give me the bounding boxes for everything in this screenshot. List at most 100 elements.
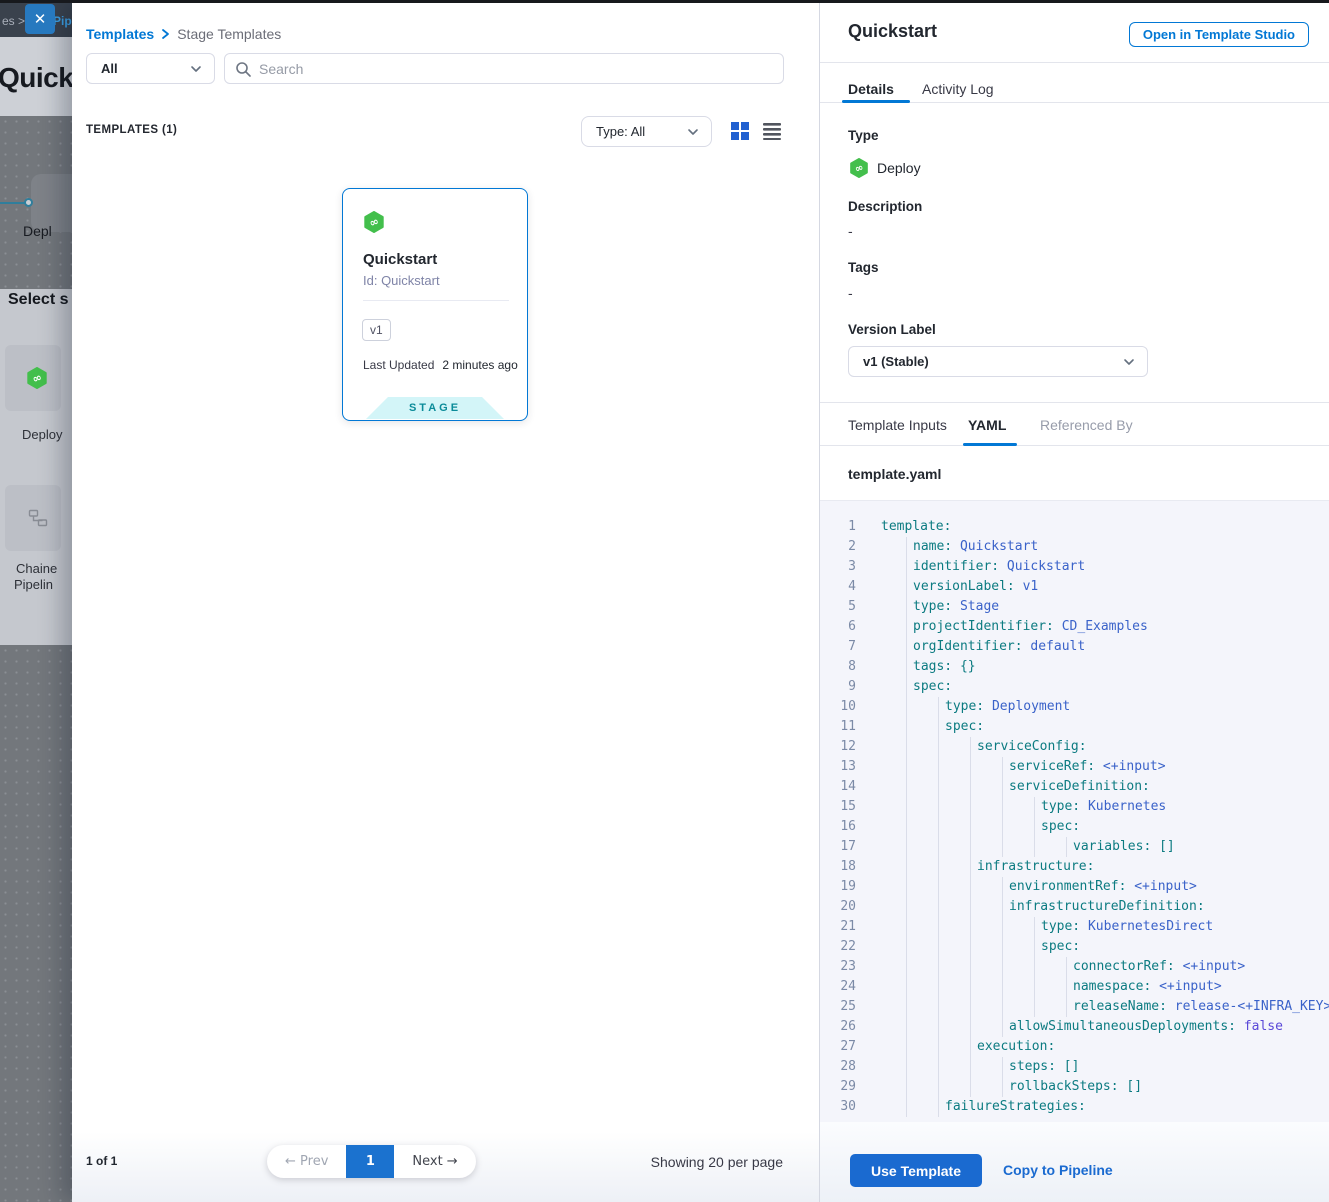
yaml-line-8: 8tags: {}: [820, 657, 1329, 677]
yaml-line-16: 16spec:: [820, 817, 1329, 837]
chevron-down-icon: [687, 128, 699, 136]
tab-template-inputs[interactable]: Template Inputs: [848, 417, 947, 433]
chevron-down-icon: [190, 65, 202, 73]
template-card-quickstart[interactable]: ∞ Quickstart Id: Quickstart v1 Last Upda…: [342, 188, 528, 421]
copy-to-pipeline-link[interactable]: Copy to Pipeline: [1003, 1162, 1113, 1178]
version-select-value: v1 (Stable): [863, 354, 929, 369]
active-tab-underline: [842, 100, 910, 103]
pipeline-edge: [0, 202, 25, 204]
last-updated-label: Last Updated: [363, 358, 434, 372]
list-view-button[interactable]: [762, 122, 782, 142]
last-updated: Last Updated 2 minutes ago: [363, 358, 518, 372]
grid-view-button[interactable]: [730, 122, 750, 142]
description-value: -: [848, 223, 853, 239]
cd-hexagon-icon: ∞: [26, 367, 48, 389]
background-breadcrumb: es >: [2, 14, 25, 28]
yaml-line-27: 27execution:: [820, 1037, 1329, 1057]
stage-type-card-deploy: ∞: [5, 345, 61, 411]
list-view-icon: [763, 122, 781, 140]
yaml-line-15: 15type: Kubernetes: [820, 797, 1329, 817]
search-icon: [235, 61, 251, 77]
tab-yaml[interactable]: YAML: [968, 417, 1006, 433]
type-filter-select[interactable]: Type: All: [581, 116, 712, 147]
chevron-down-icon: [1123, 358, 1135, 366]
stage-type-card-chained: [5, 485, 61, 551]
yaml-line-11: 11spec:: [820, 717, 1329, 737]
version-chip: v1: [362, 319, 391, 341]
stage-badge: STAGE: [366, 397, 504, 419]
yaml-line-19: 19environmentRef: <+input>: [820, 877, 1329, 897]
description-label: Description: [848, 199, 922, 214]
chained-pipeline-icon: [27, 507, 49, 529]
pipeline-canvas-lower: [0, 645, 72, 1202]
scope-filter-value: All: [101, 61, 118, 76]
yaml-line-25: 25releaseName: release-<+INFRA_KEY>: [820, 997, 1329, 1017]
cd-hexagon-icon: ∞: [363, 211, 385, 233]
stage-type-card-chained-label-2: Pipelin: [14, 577, 53, 592]
panel-footer: Use Template Copy to Pipeline: [820, 1122, 1329, 1202]
tags-value: -: [848, 285, 853, 301]
screen: es > Pipe Quicks Depl Select s ∞ Deploy …: [0, 0, 1329, 1202]
template-card-id: Id: Quickstart: [363, 273, 440, 288]
breadcrumb-link-templates[interactable]: Templates: [86, 26, 154, 42]
yaml-line-26: 26allowSimultaneousDeployments: false: [820, 1017, 1329, 1037]
drawer-close-button[interactable]: ✕: [25, 4, 55, 34]
tab-activity-log[interactable]: Activity Log: [922, 81, 994, 97]
section-divider: [820, 402, 1329, 403]
tab-details[interactable]: Details: [848, 81, 894, 97]
background-breadcrumb-link: Pipe: [53, 14, 72, 28]
stage-type-card-deploy-label: Deploy: [22, 427, 62, 442]
templates-count-label: TEMPLATES (1): [86, 124, 177, 136]
yaml-line-20: 20infrastructureDefinition:: [820, 897, 1329, 917]
yaml-line-21: 21type: KubernetesDirect: [820, 917, 1329, 937]
open-in-template-studio-button[interactable]: Open in Template Studio: [1129, 22, 1309, 47]
next-page-button[interactable]: Next →: [394, 1145, 475, 1178]
type-filter-value: Type: All: [596, 124, 645, 139]
yaml-line-17: 17variables: []: [820, 837, 1329, 857]
yaml-line-4: 4versionLabel: v1: [820, 577, 1329, 597]
breadcrumb: Templates Stage Templates: [86, 26, 281, 42]
yaml-line-18: 18infrastructure:: [820, 857, 1329, 877]
cd-hexagon-icon: ∞: [849, 158, 869, 178]
grid-view-icon: [731, 122, 749, 140]
yaml-line-24: 24namespace: <+input>: [820, 977, 1329, 997]
header-divider: [820, 62, 1329, 63]
yaml-line-3: 3identifier: Quickstart: [820, 557, 1329, 577]
subtabs-divider: [820, 445, 1329, 446]
version-label: Version Label: [848, 322, 936, 337]
template-list-panel: Templates Stage Templates All TEM: [72, 0, 819, 1202]
yaml-line-23: 23connectorRef: <+input>: [820, 957, 1329, 977]
yaml-line-13: 13serviceRef: <+input>: [820, 757, 1329, 777]
per-page-text: Showing 20 per page: [651, 1154, 783, 1170]
card-divider: [363, 300, 509, 301]
yaml-line-1: 1template:: [820, 517, 1329, 537]
background-app-strip: es > Pipe Quicks Depl Select s ∞ Deploy …: [0, 0, 72, 1202]
search-box: [224, 53, 784, 84]
type-label: Type: [848, 128, 879, 143]
yaml-filename: template.yaml: [848, 466, 941, 482]
yaml-line-6: 6projectIdentifier: CD_Examples: [820, 617, 1329, 637]
version-select[interactable]: v1 (Stable): [848, 346, 1148, 377]
last-updated-value: 2 minutes ago: [442, 358, 517, 372]
pipeline-node-label: Depl: [23, 223, 52, 239]
yaml-line-12: 12serviceConfig:: [820, 737, 1329, 757]
yaml-line-29: 29rollbackSteps: []: [820, 1077, 1329, 1097]
active-subtab-underline: [963, 443, 1017, 446]
template-card-title: Quickstart: [363, 251, 437, 268]
search-input[interactable]: [259, 61, 773, 77]
prev-page-button[interactable]: ← Prev: [267, 1145, 346, 1178]
type-value: Deploy: [877, 160, 921, 176]
yaml-editor[interactable]: 1template:2name: Quickstart3identifier: …: [820, 501, 1329, 1122]
scope-filter-select[interactable]: All: [86, 53, 215, 84]
page-1-button[interactable]: 1: [346, 1145, 394, 1178]
yaml-line-2: 2name: Quickstart: [820, 537, 1329, 557]
tab-referenced-by[interactable]: Referenced By: [1040, 417, 1133, 433]
window-top-edge: [0, 0, 1329, 3]
yaml-line-28: 28steps: []: [820, 1057, 1329, 1077]
pipeline-node-port: [24, 198, 33, 207]
yaml-line-9: 9spec:: [820, 677, 1329, 697]
use-template-button[interactable]: Use Template: [850, 1154, 982, 1187]
yaml-line-5: 5type: Stage: [820, 597, 1329, 617]
template-details-panel: Quickstart Open in Template Studio Detai…: [819, 0, 1329, 1202]
yaml-line-14: 14serviceDefinition:: [820, 777, 1329, 797]
